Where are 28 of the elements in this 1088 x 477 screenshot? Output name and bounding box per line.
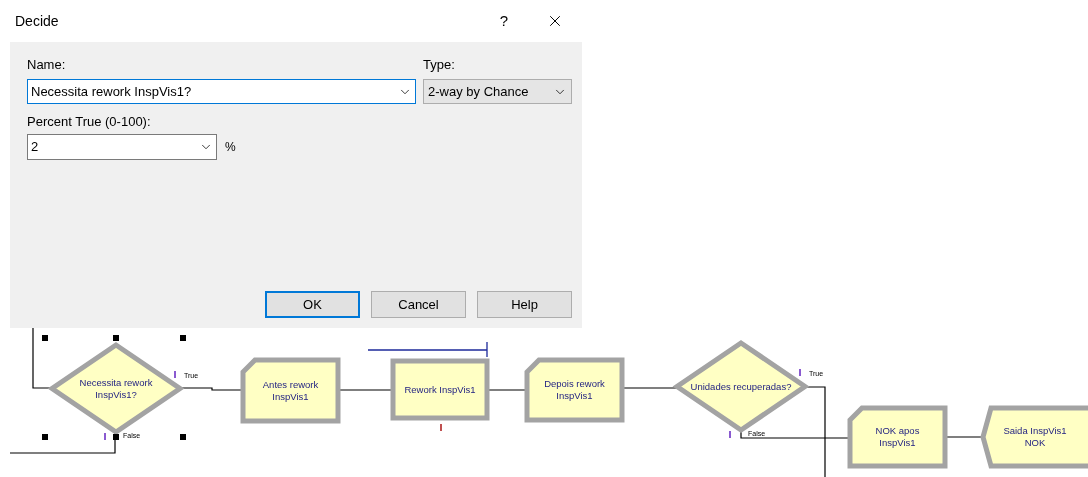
counter-marker bbox=[174, 371, 176, 378]
selection-handle[interactable] bbox=[42, 335, 48, 341]
dispose-node: Saida InspVis1 NOK bbox=[980, 405, 1088, 469]
counter-marker bbox=[440, 424, 442, 431]
unit-label: % bbox=[225, 139, 236, 156]
help-button[interactable]: ? bbox=[499, 9, 508, 33]
percent-field[interactable]: 2 bbox=[27, 134, 217, 160]
counter-marker bbox=[104, 433, 106, 440]
selection-handle[interactable] bbox=[113, 335, 119, 341]
selection-handle[interactable] bbox=[180, 335, 186, 341]
type-dropdown[interactable]: 2-way by Chance bbox=[423, 79, 572, 104]
assign-node: Antes rework InspVis1 bbox=[240, 357, 341, 424]
counter-marker bbox=[729, 431, 731, 438]
field-label: Type: bbox=[423, 56, 456, 74]
field-label: Name: bbox=[27, 56, 67, 74]
dialog-button[interactable]: Cancel bbox=[371, 291, 466, 318]
dialog-button[interactable]: OK bbox=[265, 291, 360, 318]
assign-node: Depois rework InspVis1 bbox=[524, 357, 625, 423]
field-label: Percent True (0-100): bbox=[27, 113, 152, 131]
assign-node: NOK apos InspVis1 bbox=[847, 405, 948, 469]
name-field[interactable]: Necessita rework InspVis1? bbox=[27, 79, 416, 104]
counter-marker bbox=[799, 369, 801, 376]
dialog-button[interactable]: Help bbox=[477, 291, 572, 318]
process-node: Rework InspVis1 bbox=[390, 358, 490, 421]
selection-handle[interactable] bbox=[180, 434, 186, 440]
selection-handle[interactable] bbox=[113, 434, 119, 440]
window-title: Decide bbox=[15, 11, 59, 31]
selection-handle[interactable] bbox=[42, 434, 48, 440]
